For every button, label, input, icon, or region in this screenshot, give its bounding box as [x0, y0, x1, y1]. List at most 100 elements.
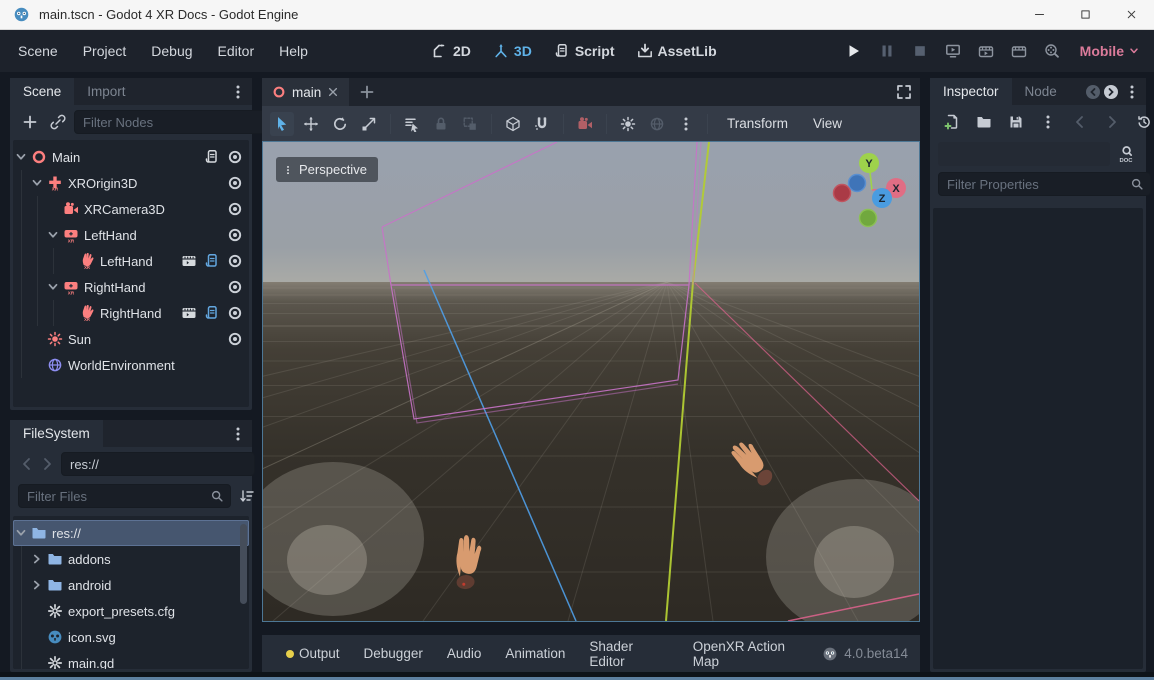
preview-environment-button[interactable] [645, 112, 669, 136]
bottom-panel-openxr-action-map[interactable]: OpenXR Action Map [681, 634, 822, 674]
group-selected-button[interactable] [458, 112, 482, 136]
new-resource-button[interactable] [940, 110, 964, 134]
camera-override-button[interactable] [573, 112, 597, 136]
scene-node-row[interactable]: Main [13, 144, 249, 170]
add-node-button[interactable] [18, 110, 42, 134]
viewport-3d[interactable]: Perspective Y X Z [262, 141, 920, 622]
collapse-arrow-icon[interactable] [30, 176, 44, 190]
file-row[interactable]: export_presets.cfg [13, 598, 249, 624]
collapse-arrow-icon[interactable] [14, 150, 28, 164]
expand-arrow-icon[interactable] [30, 578, 44, 592]
visibility-eye-icon[interactable] [227, 227, 243, 243]
script-blue-icon[interactable] [204, 305, 220, 321]
play-scene-button[interactable] [973, 38, 1000, 64]
history-back-button[interactable] [1068, 110, 1092, 134]
collapse-arrow-icon[interactable] [46, 228, 60, 242]
workspace-3d[interactable]: 3D [486, 38, 539, 64]
fs-sort-button[interactable] [235, 484, 259, 508]
visibility-eye-icon[interactable] [227, 175, 243, 191]
play-remote-debug-button[interactable] [940, 38, 967, 64]
file-row[interactable]: android [13, 572, 249, 598]
movie-maker-button[interactable] [1039, 38, 1066, 64]
play-custom-scene-button[interactable] [1006, 38, 1033, 64]
snap-toggle-button[interactable] [530, 112, 554, 136]
lock-selected-button[interactable] [429, 112, 453, 136]
bottom-panel-audio[interactable]: Audio [435, 641, 494, 666]
workspace-assetlib[interactable]: AssetLib [630, 38, 724, 64]
close-icon[interactable] [327, 86, 339, 98]
filter-nodes-field[interactable] [74, 110, 287, 134]
menu-project[interactable]: Project [72, 37, 138, 65]
menu-debug[interactable]: Debug [140, 37, 203, 65]
fs-forward-button[interactable] [38, 452, 56, 476]
bottom-panel-output[interactable]: Output [274, 641, 352, 666]
bottom-panel-shader-editor[interactable]: Shader Editor [577, 634, 680, 674]
menu-editor[interactable]: Editor [207, 37, 266, 65]
minimize-button[interactable] [1016, 0, 1062, 29]
scene-node-row[interactable]: XRLeftHand [13, 248, 249, 274]
fs-path-input[interactable] [68, 456, 248, 473]
workspace-2d[interactable]: 2D [425, 38, 478, 64]
script-white-icon[interactable] [204, 149, 220, 165]
scene-node-row[interactable]: XRLeftHand [13, 222, 249, 248]
select-tool-button[interactable] [270, 112, 294, 136]
collapse-arrow-icon[interactable] [14, 526, 28, 540]
resource-options-button[interactable] [1036, 110, 1060, 134]
scene-clapper-icon[interactable] [181, 253, 197, 269]
file-row[interactable]: addons [13, 546, 249, 572]
visibility-eye-icon[interactable] [227, 149, 243, 165]
maximize-button[interactable] [1062, 0, 1108, 29]
bottom-panel-animation[interactable]: Animation [493, 641, 577, 666]
play-button[interactable] [841, 38, 868, 64]
menu-help[interactable]: Help [268, 37, 319, 65]
scene-dock-options-button[interactable] [226, 80, 250, 104]
visibility-eye-icon[interactable] [227, 279, 243, 295]
stop-button[interactable] [907, 38, 934, 64]
dock-prev-button[interactable] [1084, 80, 1102, 104]
filter-nodes-input[interactable] [81, 114, 261, 131]
bottom-panel-debugger[interactable]: Debugger [352, 641, 435, 666]
transform-menu[interactable]: Transform [717, 112, 798, 135]
script-blue-icon[interactable] [204, 253, 220, 269]
fs-back-button[interactable] [18, 452, 36, 476]
tab-import[interactable]: Import [74, 78, 138, 105]
move-tool-button[interactable] [299, 112, 323, 136]
scene-node-row[interactable]: XRXROrigin3D [13, 170, 249, 196]
renderer-select[interactable]: Mobile [1080, 43, 1140, 59]
filter-properties-input[interactable] [945, 176, 1125, 193]
dock-next-button[interactable] [1102, 80, 1120, 104]
pause-button[interactable] [874, 38, 901, 64]
visibility-eye-icon[interactable] [227, 201, 243, 217]
list-select-tool-button[interactable] [400, 112, 424, 136]
visibility-eye-icon[interactable] [227, 253, 243, 269]
edit-history-button[interactable] [1132, 110, 1154, 134]
fs-scrollbar[interactable] [240, 524, 247, 604]
scene-node-row[interactable]: XRCamera3D [13, 196, 249, 222]
rotate-tool-button[interactable] [328, 112, 352, 136]
open-docs-button[interactable]: DOC [1114, 142, 1138, 166]
filesystem-options-button[interactable] [226, 422, 250, 446]
file-row[interactable]: res:// [13, 520, 249, 546]
expand-viewport-button[interactable] [892, 80, 916, 104]
scene-clapper-icon[interactable] [181, 305, 197, 321]
filter-files-input[interactable] [25, 488, 205, 505]
preview-sun-button[interactable] [616, 112, 640, 136]
new-scene-tab-button[interactable] [355, 80, 379, 104]
scene-tab-main[interactable]: main [262, 78, 349, 106]
load-resource-button[interactable] [972, 110, 996, 134]
menu-scene[interactable]: Scene [7, 37, 69, 65]
collapse-arrow-icon[interactable] [46, 280, 60, 294]
scene-node-row[interactable]: XRRightHand [13, 300, 249, 326]
scene-node-row[interactable]: Sun [13, 326, 249, 352]
view-menu[interactable]: View [803, 112, 852, 135]
tab-inspector[interactable]: Inspector [930, 78, 1012, 105]
perspective-menu[interactable]: Perspective [276, 157, 378, 182]
filter-properties-field[interactable] [938, 172, 1151, 196]
history-forward-button[interactable] [1100, 110, 1124, 134]
scene-node-row[interactable]: WorldEnvironment [13, 352, 249, 378]
scene-node-row[interactable]: XRRightHand [13, 274, 249, 300]
file-row[interactable]: main.gd [13, 650, 249, 669]
local-space-toggle-button[interactable] [501, 112, 525, 136]
close-button[interactable] [1108, 0, 1154, 29]
save-resource-button[interactable] [1004, 110, 1028, 134]
